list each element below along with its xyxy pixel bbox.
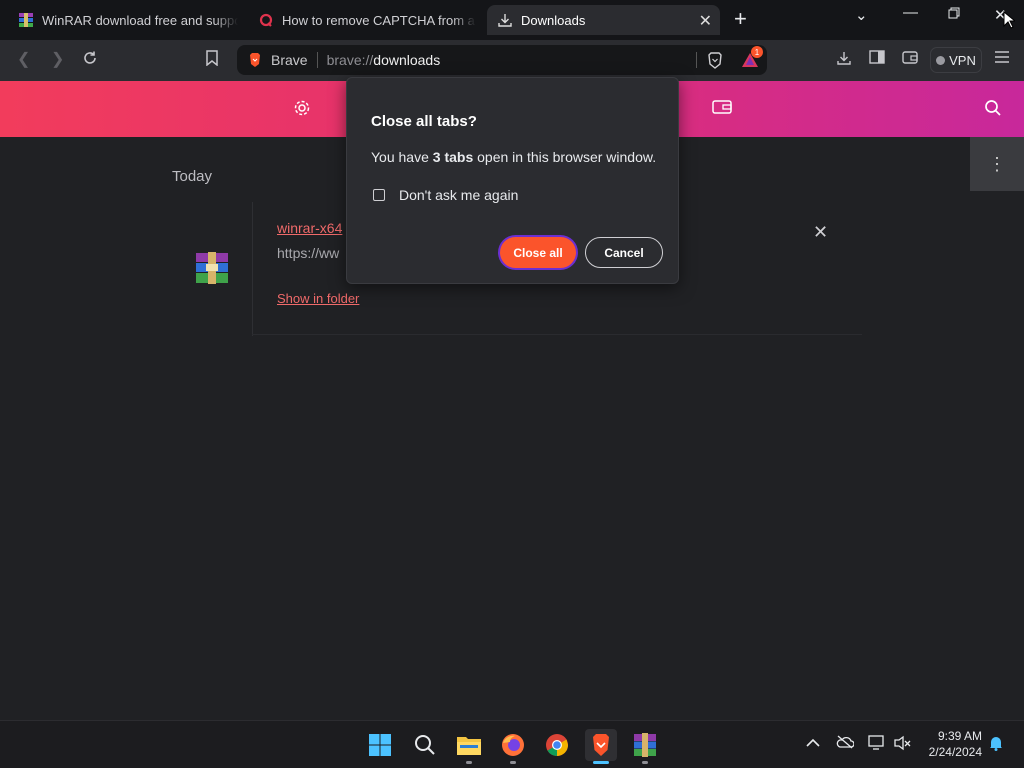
tab-title: WinRAR download free and support: [42, 12, 238, 28]
dont-ask-checkbox[interactable] [373, 189, 385, 201]
sidebar-toggle-icon[interactable] [869, 50, 885, 70]
wallet-icon[interactable] [902, 50, 918, 70]
brand-label: Brave [271, 52, 308, 68]
downloads-toolbar-icon[interactable] [836, 50, 852, 72]
close-all-tabs-dialog: Close all tabs? You have 3 tabs open in … [346, 77, 679, 284]
search-icon[interactable] [984, 99, 1002, 122]
cancel-button[interactable]: Cancel [585, 237, 663, 268]
close-tab-icon[interactable]: ✕ [699, 11, 712, 31]
rewards-badge: 1 [751, 46, 763, 58]
file-explorer-icon[interactable] [453, 729, 485, 764]
brave-icon[interactable] [585, 729, 617, 764]
remove-download-icon[interactable]: ✕ [813, 222, 828, 243]
vpn-button[interactable]: VPN [930, 47, 982, 73]
brave-shields-icon[interactable] [707, 52, 723, 72]
bookmark-icon[interactable] [205, 50, 219, 72]
toolbar: ❮ ❯ Brave brave://downloads 1 VPN [0, 40, 1024, 81]
show-hidden-icons-chevron-icon[interactable] [806, 735, 820, 751]
section-date-label: Today [172, 168, 213, 185]
reload-icon[interactable] [82, 50, 98, 72]
tab-search-chevron-icon[interactable]: ⌄ [855, 6, 868, 24]
firefox-icon[interactable] [497, 729, 529, 764]
url-scheme: brave:// [326, 52, 374, 68]
clock-time: 9:39 AM [937, 729, 982, 743]
download-icon [497, 12, 513, 28]
clock-date: 2/24/2024 [928, 745, 982, 759]
tab-strip: WinRAR download free and support: How to… [0, 0, 1024, 40]
restore-icon[interactable] [948, 6, 960, 23]
more-options-icon[interactable]: ⋮ [970, 137, 1024, 191]
dont-ask-label[interactable]: Don't ask me again [399, 187, 518, 203]
brave-lion-icon [247, 52, 263, 68]
winrar-file-icon [195, 252, 229, 284]
tab-downloads[interactable]: Downloads ✕ [487, 5, 720, 35]
notification-bell-icon[interactable] [988, 735, 1004, 754]
tab-title: Downloads [521, 12, 586, 28]
settings-gear-icon[interactable] [293, 99, 311, 122]
tab-quora[interactable]: How to remove CAPTCHA from a site [258, 5, 476, 35]
new-tab-button[interactable]: + [734, 7, 747, 31]
vpn-label: VPN [949, 52, 976, 68]
download-source-url: https://ww [277, 245, 340, 261]
tab-title: How to remove CAPTCHA from a site [282, 12, 476, 28]
winrar-favicon-icon [18, 12, 34, 28]
show-in-folder-link[interactable]: Show in folder [277, 291, 359, 306]
mouse-cursor-icon [1003, 11, 1015, 29]
vpn-status-icon [936, 55, 946, 65]
address-bar[interactable]: Brave brave://downloads 1 [237, 45, 767, 75]
start-icon[interactable] [364, 729, 396, 761]
close-all-button[interactable]: Close all [500, 237, 576, 268]
tab-winrar[interactable]: WinRAR download free and support: [18, 5, 238, 35]
dialog-title: Close all tabs? [371, 113, 477, 130]
url-host: downloads [373, 52, 441, 68]
taskbar [0, 720, 1024, 768]
back-icon[interactable]: ❮ [17, 50, 30, 70]
download-filename-link[interactable]: winrar-x64 [277, 220, 342, 236]
search-icon[interactable] [409, 729, 441, 761]
volume-muted-icon[interactable] [894, 735, 912, 754]
forward-icon[interactable]: ❯ [51, 50, 64, 70]
minimize-icon[interactable]: — [903, 4, 918, 21]
onedrive-offline-icon[interactable] [836, 735, 855, 752]
tab-count: 3 tabs [432, 149, 474, 165]
quora-favicon-icon [258, 12, 274, 28]
winrar-icon[interactable] [629, 729, 661, 764]
menu-icon[interactable] [994, 50, 1010, 70]
taskbar-clock[interactable]: 9:39 AM 2/24/2024 [924, 728, 982, 760]
chrome-icon[interactable] [541, 729, 573, 761]
dialog-message: You have 3 tabs open in this browser win… [371, 149, 657, 165]
wallet-icon[interactable] [712, 99, 732, 120]
network-icon[interactable] [868, 735, 886, 754]
